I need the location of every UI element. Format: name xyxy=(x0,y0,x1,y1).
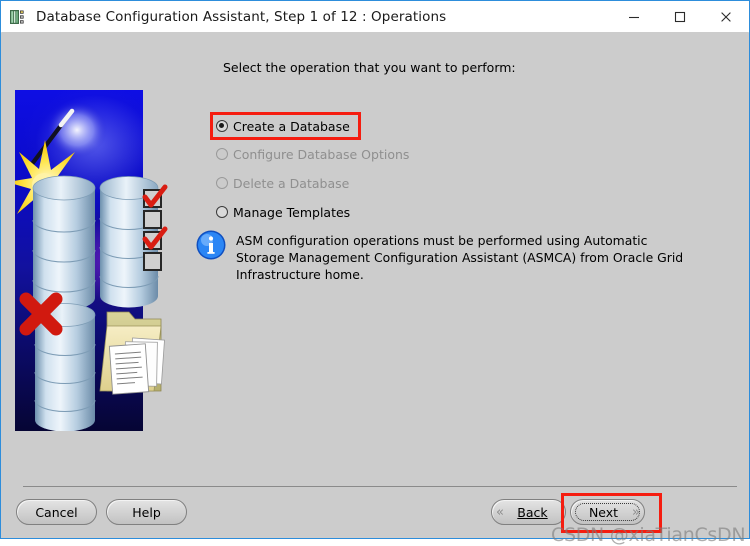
help-button[interactable]: Help xyxy=(106,499,187,525)
footer-separator xyxy=(23,486,737,487)
radio-label-configure: Configure Database Options xyxy=(233,146,410,162)
database-assistant-icon xyxy=(8,7,28,27)
radio-indicator-create[interactable] xyxy=(216,120,228,132)
radio-option-manage-templates[interactable]: Manage Templates xyxy=(216,203,350,221)
window-title: Database Configuration Assistant, Step 1… xyxy=(36,8,447,25)
radio-option-create-a-database[interactable]: Create a Database xyxy=(216,117,350,135)
back-button[interactable]: « Back xyxy=(491,499,566,525)
back-button-label: Back xyxy=(517,504,548,520)
minimize-icon[interactable] xyxy=(611,1,657,32)
radio-label-delete: Delete a Database xyxy=(233,175,350,191)
radio-option-configure-database-options: Configure Database Options xyxy=(216,145,409,163)
next-button[interactable]: Next » xyxy=(570,499,645,525)
chevron-left-icon: « xyxy=(496,504,504,520)
watermark: CSDN @xiaTianCsDN xyxy=(551,524,746,546)
next-button-label: Next xyxy=(588,504,619,520)
radio-option-delete-a-database: Delete a Database xyxy=(216,174,349,192)
chevron-right-icon: » xyxy=(632,504,640,520)
help-button-label: Help xyxy=(132,504,161,520)
page-prompt: Select the operation that you want to pe… xyxy=(223,60,516,75)
dialog-body: Select the operation that you want to pe… xyxy=(2,32,748,546)
radio-indicator-configure xyxy=(216,148,228,160)
cancel-button[interactable]: Cancel xyxy=(16,499,97,525)
cancel-button-label: Cancel xyxy=(35,504,78,520)
database-operations-illustration xyxy=(15,90,168,431)
folder-documents-icon xyxy=(99,311,165,395)
radio-label-manage-templates: Manage Templates xyxy=(233,204,351,220)
dialog-window: Database Configuration Assistant, Step 1… xyxy=(0,0,750,546)
close-icon[interactable] xyxy=(703,1,749,32)
window-controls xyxy=(611,1,749,32)
title-bar[interactable]: Database Configuration Assistant, Step 1… xyxy=(1,1,749,33)
maximize-icon[interactable] xyxy=(657,1,703,32)
radio-indicator-delete xyxy=(216,177,228,189)
checklist-icon xyxy=(142,184,168,271)
radio-label-create: Create a Database xyxy=(233,118,350,134)
info-note: ASM configuration operations must be per… xyxy=(195,229,695,283)
info-note-text: ASM configuration operations must be per… xyxy=(236,233,684,282)
database-cylinder-icon xyxy=(32,175,96,310)
radio-indicator-manage-templates[interactable] xyxy=(216,206,228,218)
info-icon xyxy=(195,229,227,261)
